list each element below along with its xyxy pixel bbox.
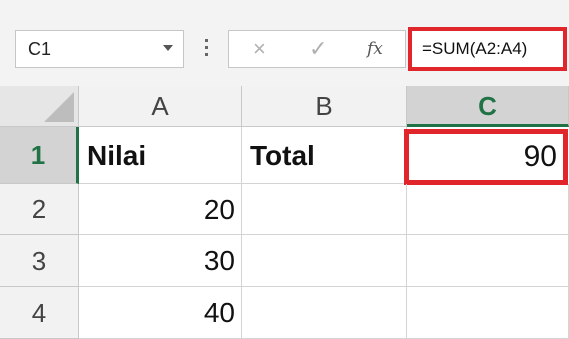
cell-a2[interactable]: 20 bbox=[79, 184, 242, 235]
cell-c2[interactable] bbox=[407, 184, 569, 235]
formula-text: =SUM(A2:A4) bbox=[422, 39, 528, 58]
insert-function-icon[interactable]: fx bbox=[367, 31, 383, 67]
name-box-value: C1 bbox=[28, 39, 52, 59]
cell-b3[interactable] bbox=[242, 235, 407, 287]
cell-a3[interactable]: 30 bbox=[79, 235, 242, 287]
cell-a1[interactable]: Nilai bbox=[79, 127, 242, 184]
spreadsheet-grid: A B C 1 Nilai Total 90 2 20 3 30 4 40 bbox=[0, 86, 569, 339]
column-header-b[interactable]: B bbox=[242, 86, 407, 127]
more-options-icon[interactable] bbox=[204, 36, 208, 62]
column-header-a[interactable]: A bbox=[79, 86, 242, 127]
chevron-down-icon[interactable] bbox=[163, 45, 173, 51]
cell-b2[interactable] bbox=[242, 184, 407, 235]
column-header-c[interactable]: C bbox=[407, 86, 569, 127]
cell-c1-selected[interactable]: 90 bbox=[404, 129, 568, 185]
select-all-button[interactable] bbox=[0, 86, 79, 127]
row-header-3[interactable]: 3 bbox=[0, 235, 79, 287]
check-icon[interactable]: ✓ bbox=[309, 31, 327, 67]
cell-c4[interactable] bbox=[407, 287, 569, 339]
formula-bar-area: C1 × ✓ fx =SUM(A2:A4) bbox=[0, 0, 569, 86]
cell-c3[interactable] bbox=[407, 235, 569, 287]
formula-buttons: × ✓ fx bbox=[228, 30, 406, 68]
row-header-4[interactable]: 4 bbox=[0, 287, 79, 339]
formula-input[interactable]: =SUM(A2:A4) bbox=[408, 27, 567, 71]
row-header-2[interactable]: 2 bbox=[0, 184, 79, 235]
row-header-1[interactable]: 1 bbox=[0, 127, 79, 184]
cell-b4[interactable] bbox=[242, 287, 407, 339]
name-box[interactable]: C1 bbox=[15, 30, 184, 68]
cancel-icon[interactable]: × bbox=[253, 31, 266, 67]
cell-a4[interactable]: 40 bbox=[79, 287, 242, 339]
cell-b1[interactable]: Total bbox=[242, 127, 407, 184]
